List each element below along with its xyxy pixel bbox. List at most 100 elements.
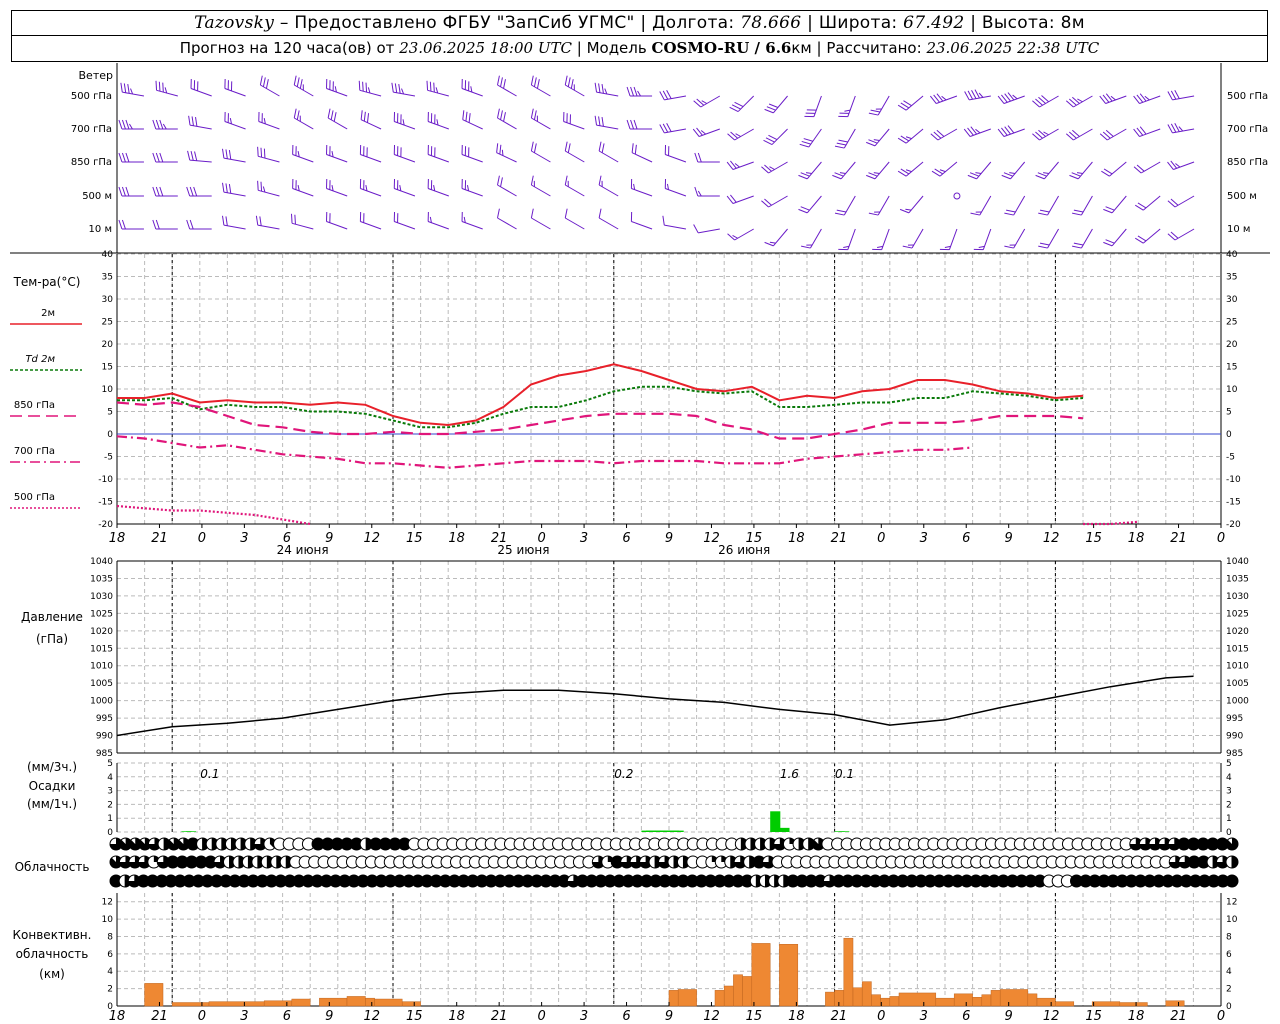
wind-feather: [152, 119, 157, 130]
conv-bar: [779, 944, 799, 1007]
hour-label: 3: [580, 1009, 588, 1024]
temp-legend: 2м Td 2м 850 гПа 700 гПа 500 гПа: [10, 308, 82, 509]
wind-feather: [118, 219, 123, 230]
hour-label: 0: [537, 1009, 545, 1024]
wind-staff: [565, 217, 585, 230]
wind-barb: [868, 95, 890, 116]
wind-feather: [125, 119, 130, 130]
conv-bar: [733, 974, 743, 1007]
hour-label: 0: [1217, 1009, 1225, 1024]
conv-bar: [365, 997, 375, 1007]
wind-feather: [834, 212, 845, 216]
wind-feather: [564, 175, 568, 186]
wind-feather: [1076, 172, 1083, 174]
day-label: 26 июня: [718, 543, 770, 557]
wind-feather: [634, 144, 637, 155]
conv-bar: [999, 989, 1029, 1007]
y-tick-label-left: 5: [107, 408, 113, 418]
meteogram: Ветер 500 гПа700 гПа850 гПа500 м10 м 500…: [10, 63, 1270, 1024]
y-tick-label-left: 1010: [90, 662, 113, 672]
wind-barb: [427, 144, 449, 163]
wind-feather: [398, 83, 401, 94]
wind-feather: [905, 169, 912, 173]
wind-barb: [564, 175, 585, 197]
wind-feather: [222, 182, 225, 193]
wind-feather: [666, 90, 672, 99]
conv-title-2: облачность: [16, 947, 89, 961]
hour-label: 15: [1085, 1009, 1102, 1024]
wind-feather: [186, 186, 191, 197]
wind-feather: [394, 83, 398, 93]
wind-barb: [564, 208, 585, 230]
wind-barb: [563, 111, 585, 130]
wind-feather: [499, 144, 502, 155]
wind-feather: [501, 149, 504, 156]
precip-bar: [770, 811, 781, 832]
wind-feather: [734, 101, 744, 108]
hour-label: 18: [109, 531, 126, 546]
wind-barb: [152, 186, 178, 197]
wind-barb: [630, 178, 653, 197]
conv-bar: [825, 991, 835, 1007]
wind-barb: [1099, 128, 1127, 141]
wind-barb: [897, 95, 924, 111]
wind-barb: [187, 150, 212, 163]
wind-feather: [1077, 98, 1083, 103]
y-tick-label-right: -15: [1226, 498, 1241, 508]
precip-bar: [839, 831, 850, 832]
wind-feather: [598, 116, 601, 126]
wind-barb: [799, 128, 822, 148]
y-tick-label-left: 35: [102, 273, 113, 283]
wind-feather: [155, 152, 160, 163]
wind-feather: [129, 123, 133, 130]
y-tick-label-left: 1: [107, 814, 113, 824]
y-tick-label-right: 8: [1226, 932, 1232, 942]
wind-feather: [1178, 126, 1184, 132]
wind-feather: [1069, 174, 1079, 180]
wind-feather: [1105, 206, 1115, 211]
wind-feather: [189, 219, 194, 230]
wind-feather: [873, 139, 880, 141]
wind-feather: [257, 180, 259, 191]
wind-feather: [974, 89, 980, 99]
y-tick-label-right: 3: [1226, 787, 1232, 797]
y-tick-label-right: 1000: [1226, 697, 1249, 707]
wind-calm: [953, 192, 961, 200]
y-tick-label-right: 4: [1226, 967, 1232, 977]
temp-series: [116, 363, 1139, 526]
wind-feather: [530, 208, 534, 219]
wind-barb: [1133, 126, 1161, 137]
wind-barb: [764, 95, 788, 114]
legend-label: Td 2м: [25, 354, 55, 365]
wind-feather: [868, 112, 879, 116]
wind-feather: [530, 108, 534, 119]
wind-feather: [1039, 242, 1050, 246]
wind-feather: [530, 141, 534, 152]
wind-feather: [731, 104, 741, 110]
wind-barb: [393, 111, 416, 130]
y-tick-label-right: 1: [1226, 814, 1232, 824]
conv-bar: [742, 976, 753, 1007]
wind-barb: [186, 186, 212, 197]
wind-feather: [188, 115, 191, 126]
wind-feather: [659, 91, 665, 101]
wind-barb: [801, 228, 822, 249]
wind-barb: [1134, 195, 1161, 211]
wind-feather: [1043, 172, 1049, 174]
wind-feather: [1035, 174, 1045, 180]
wind-barb: [662, 215, 687, 230]
wind-feather: [366, 113, 370, 123]
conv-bar: [723, 985, 734, 1007]
wind-barb: [393, 178, 416, 197]
wind-feather: [533, 77, 537, 87]
wind-feather: [637, 90, 641, 97]
wind-barb: [694, 186, 720, 197]
wind-feather: [1072, 245, 1082, 249]
wind-feather: [497, 108, 500, 119]
wind-barb: [626, 86, 653, 97]
wind-barb: [1167, 195, 1195, 208]
wind-feather: [500, 77, 503, 87]
wind-barb: [118, 152, 144, 163]
wind-feather: [975, 128, 981, 134]
wind-feather: [836, 142, 847, 146]
